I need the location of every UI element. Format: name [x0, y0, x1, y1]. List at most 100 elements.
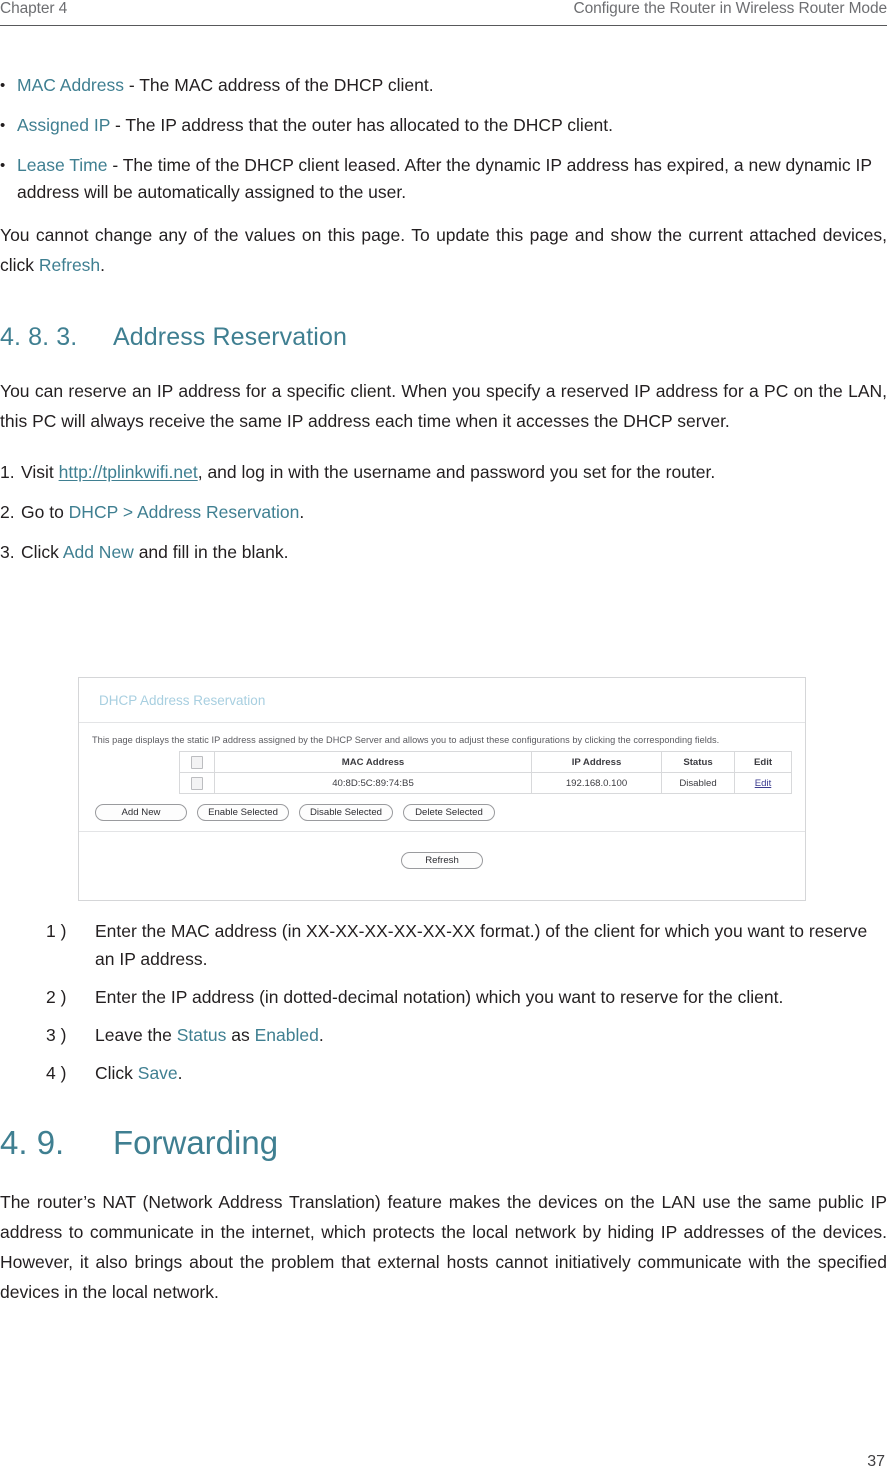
cell-ip-address: 192.168.0.100 [531, 772, 662, 794]
router-panel-title: DHCP Address Reservation [79, 678, 805, 723]
substep-prefix: Click [95, 1063, 138, 1083]
step-marker: 3. [0, 542, 15, 562]
step-text-part2: , and log in with the username and passw… [197, 462, 716, 482]
address-reservation-substeps: 1 ) Enter the MAC address (in XX-XX-XX-X… [46, 917, 868, 1087]
bullet-description: - The IP address that the outer has allo… [110, 115, 614, 135]
column-header-status: Status [661, 751, 735, 773]
save-link[interactable]: Save [138, 1063, 178, 1083]
reservation-table-container: MAC Address IP Address Status Edit 40:8D… [79, 751, 805, 794]
select-all-header[interactable] [179, 751, 215, 773]
substep-suffix: . [177, 1063, 183, 1083]
substep-text: Enter the MAC address (in XX-XX-XX-XX-XX… [95, 921, 868, 969]
list-item: • Assigned IP - The IP address that the … [0, 112, 887, 139]
tplinkwifi-link[interactable]: http://tplinkwifi.net [59, 462, 198, 482]
router-panel-description: This page displays the static IP address… [92, 735, 720, 745]
step-text-part1: Go to [21, 502, 69, 522]
intro-paragraph: You cannot change any of the values on t… [0, 220, 887, 280]
bullet-description: - The MAC address of the DHCP client. [123, 75, 434, 95]
enabled-link[interactable]: Enabled [255, 1025, 319, 1045]
substep-marker: 4 ) [46, 1063, 67, 1083]
cell-edit[interactable]: Edit [734, 772, 792, 794]
address-reservation-body: You can reserve an IP address for a spec… [0, 381, 887, 431]
bullet-item-text: Lease Time - The time of the DHCP client… [17, 152, 887, 206]
dhcp-link[interactable]: DHCP [69, 502, 118, 522]
substep-marker: 1 ) [46, 921, 67, 941]
substep-text: Leave the Status as Enabled. [95, 1021, 868, 1049]
step-text: Go to DHCP > Address Reservation. [21, 498, 887, 526]
breadcrumb-separator: > [117, 502, 137, 522]
refresh-link[interactable]: Refresh [39, 255, 100, 275]
intro-text-part1: You cannot change any of the values on t… [0, 225, 887, 275]
list-item: • MAC Address - The MAC address of the D… [0, 72, 887, 99]
delete-selected-button[interactable]: Delete Selected [403, 804, 495, 821]
substep-text: Enter the IP address (in dotted-decimal … [95, 987, 784, 1007]
bullet-term: Assigned IP [17, 115, 111, 135]
checkbox-icon[interactable] [191, 776, 203, 790]
section-number: 4. 8. 3. [0, 323, 78, 351]
refresh-button[interactable]: Refresh [401, 852, 483, 869]
row-select-cell[interactable] [179, 772, 215, 794]
section-title: Address Reservation [113, 323, 347, 351]
list-item: 1. Visit http://tplinkwifi.net, and log … [0, 458, 887, 486]
column-header-mac: MAC Address [214, 751, 532, 773]
disable-selected-button[interactable]: Disable Selected [299, 804, 393, 821]
column-header-ip: IP Address [531, 751, 662, 773]
step-text-part3: . [299, 502, 305, 522]
list-item: 3. Click Add New and fill in the blank. [0, 538, 887, 566]
bullet-dot-icon: • [0, 117, 6, 134]
list-item: 3 ) Leave the Status as Enabled. [46, 1021, 868, 1049]
header-divider-rule [0, 25, 887, 26]
forwarding-body: The router’s NAT (Network Address Transl… [0, 1192, 887, 1302]
intro-text-part2: . [100, 255, 106, 275]
section-heading-address-reservation: 4. 8. 3. Address Reservation [0, 323, 887, 352]
address-reservation-steps: 1. Visit http://tplinkwifi.net, and log … [0, 458, 887, 566]
bullet-dot-icon: • [0, 77, 6, 94]
bullet-item-text: Assigned IP - The IP address that the ou… [17, 112, 887, 139]
header-title: Configure the Router in Wireless Router … [573, 0, 887, 17]
address-reservation-table: MAC Address IP Address Status Edit 40:8D… [179, 751, 792, 794]
step-marker: 2. [0, 502, 15, 522]
substep-prefix: Leave the [95, 1025, 177, 1045]
page-content: • MAC Address - The MAC address of the D… [0, 72, 887, 578]
bullet-term: Lease Time [17, 155, 108, 175]
section-title: Forwarding [113, 1124, 279, 1161]
list-item: • Lease Time - The time of the DHCP clie… [0, 152, 887, 206]
substep-marker: 3 ) [46, 1025, 67, 1045]
substep-suffix: . [318, 1025, 324, 1045]
router-ui-screenshot: DHCP Address Reservation This page displ… [78, 677, 806, 901]
column-header-edit: Edit [734, 751, 792, 773]
list-item: 2 ) Enter the IP address (in dotted-deci… [46, 983, 868, 1011]
status-link[interactable]: Status [177, 1025, 227, 1045]
cell-status: Disabled [661, 772, 735, 794]
cell-mac-address: 40:8D:5C:89:74:B5 [214, 772, 532, 794]
add-new-button[interactable]: Add New [95, 804, 187, 821]
add-new-link[interactable]: Add New [63, 542, 134, 562]
step-text-part1: Visit [21, 462, 59, 482]
refresh-button-container: Refresh [79, 832, 805, 869]
step-text-part1: Click [21, 542, 63, 562]
section-heading-forwarding: 4. 9. Forwarding [0, 1124, 887, 1162]
table-row: 40:8D:5C:89:74:B5 192.168.0.100 Disabled… [179, 772, 792, 794]
section-number: 4. 9. [0, 1124, 65, 1161]
post-screenshot-content: 1 ) Enter the MAC address (in XX-XX-XX-X… [0, 917, 887, 1307]
step-text-part2: and fill in the blank. [133, 542, 289, 562]
edit-link[interactable]: Edit [755, 778, 772, 789]
checkbox-icon[interactable] [191, 755, 203, 769]
step-text: Visit http://tplinkwifi.net, and log in … [21, 458, 887, 486]
list-item: 4 ) Click Save. [46, 1059, 868, 1087]
bullet-term: MAC Address [17, 75, 124, 95]
header-chapter: Chapter 4 [0, 0, 68, 17]
enable-selected-button[interactable]: Enable Selected [197, 804, 289, 821]
page-number: 37 [867, 1453, 885, 1470]
step-text: Click Add New and fill in the blank. [21, 538, 887, 566]
definition-bullet-list: • MAC Address - The MAC address of the D… [0, 72, 887, 206]
router-action-buttons: Add New Enable Selected Disable Selected… [79, 794, 805, 829]
bullet-dot-icon: • [0, 157, 6, 174]
address-reservation-link[interactable]: Address Reservation [137, 502, 299, 522]
list-item: 2. Go to DHCP > Address Reservation. [0, 498, 887, 526]
list-item: 1 ) Enter the MAC address (in XX-XX-XX-X… [46, 917, 868, 973]
table-header-row: MAC Address IP Address Status Edit [179, 751, 792, 773]
substep-middle: as [226, 1025, 255, 1045]
substep-text: Click Save. [95, 1059, 868, 1087]
bullet-item-text: MAC Address - The MAC address of the DHC… [17, 72, 887, 99]
